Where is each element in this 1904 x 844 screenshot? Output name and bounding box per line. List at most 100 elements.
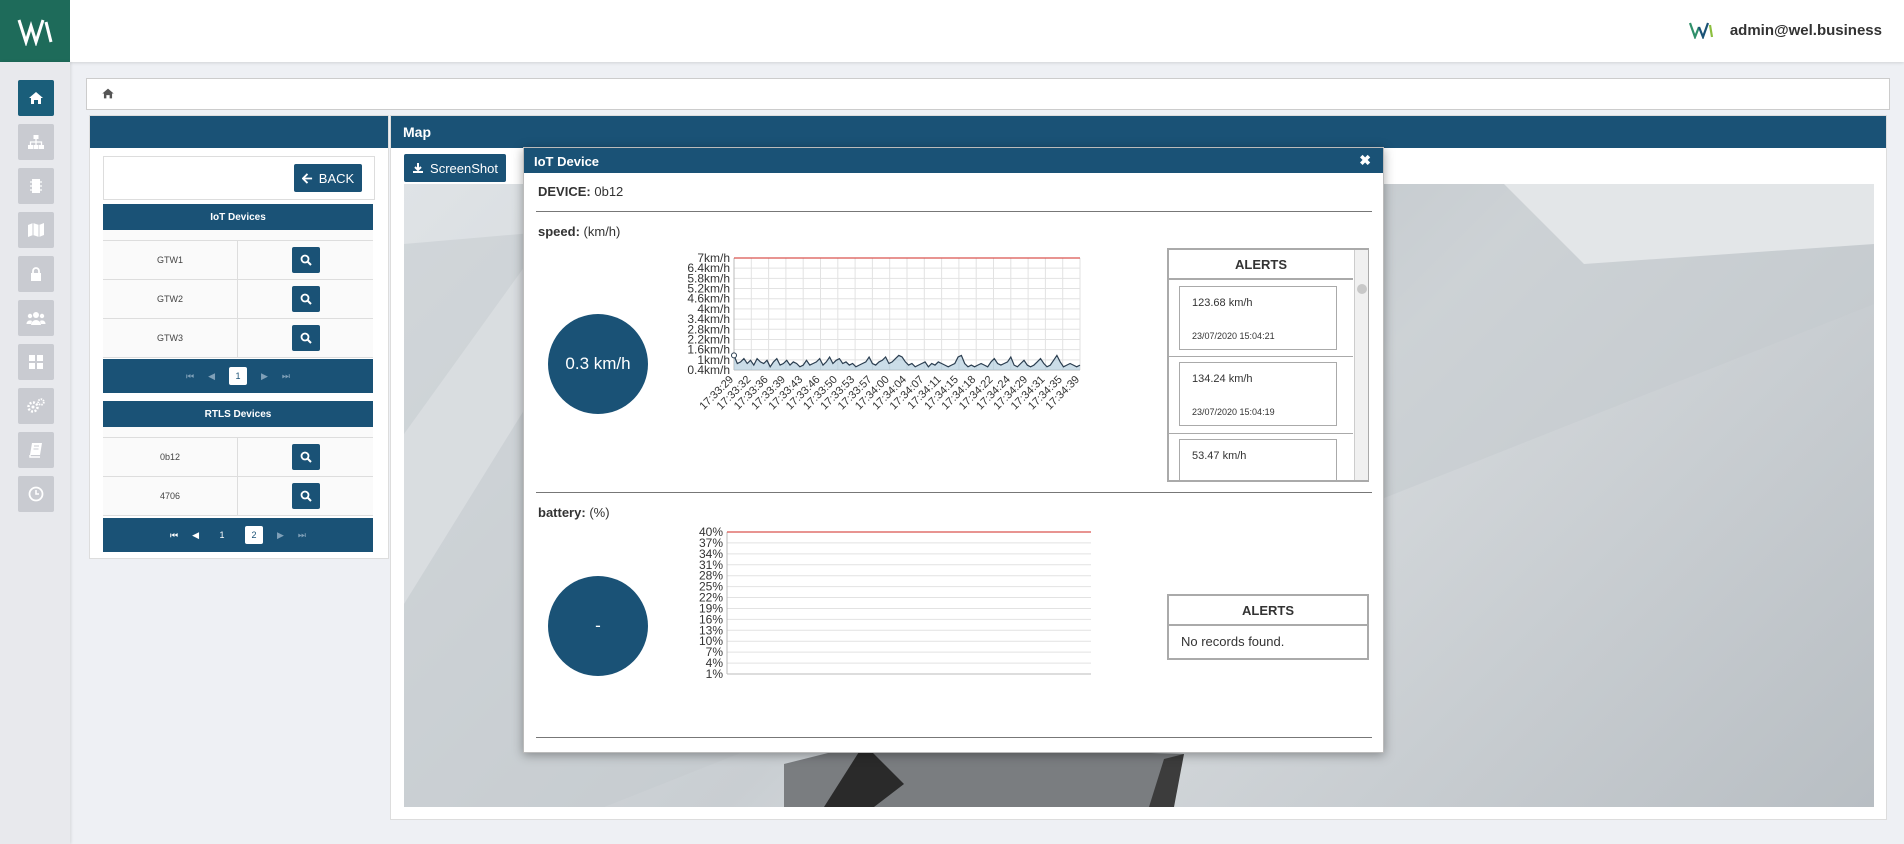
rtls-device-name: 4706 <box>103 477 238 515</box>
sidebar-item-docs[interactable] <box>18 432 54 468</box>
device-label-row: DEVICE: 0b12 <box>538 184 623 199</box>
next-page-icon[interactable]: ▶ <box>261 371 268 382</box>
alert-row: 123.68 km/h 23/07/2020 15:04:21 <box>1169 280 1353 357</box>
device-list-panel: BACK IoT Devices GTW1 GTW2 GTW3 ⏮ ◀ 1 ▶ … <box>89 115 389 559</box>
page-number[interactable]: 1 <box>213 526 231 544</box>
app-logo[interactable] <box>0 0 70 62</box>
rtls-devices-pager: ⏮ ◀ 1 2 ▶ ⏭ <box>103 518 373 552</box>
alert-time: 23/07/2020 15:04:19 <box>1192 407 1275 417</box>
breadcrumb-home-icon[interactable] <box>101 87 115 100</box>
iot-device-locate-button[interactable] <box>291 325 320 351</box>
arrow-left-icon <box>301 172 312 184</box>
alert-row: 53.47 km/h <box>1169 434 1353 480</box>
battery-label: battery: <box>538 505 586 520</box>
next-page-icon[interactable]: ▶ <box>277 530 284 541</box>
alert-item[interactable]: 123.68 km/h 23/07/2020 15:04:21 <box>1179 286 1337 350</box>
close-icon[interactable]: ✖ <box>1359 152 1371 169</box>
alert-time: 23/07/2020 15:04:21 <box>1192 331 1275 341</box>
page-number[interactable]: 2 <box>245 526 263 544</box>
alerts-scrollbar[interactable] <box>1354 250 1368 480</box>
iot-device-modal: IoT Device ✖ DEVICE: 0b12 speed: (km/h) … <box>523 147 1384 753</box>
alert-row: 134.24 km/h 23/07/2020 15:04:19 <box>1169 357 1353 434</box>
iot-device-name: GTW2 <box>103 280 238 318</box>
iot-device-row: GTW2 <box>103 280 373 319</box>
iot-device-name: GTW1 <box>103 241 238 279</box>
brand-mark-icon <box>1688 22 1713 39</box>
scrollbar-thumb[interactable] <box>1357 284 1367 294</box>
user-email: admin@wel.business <box>1729 21 1882 39</box>
search-icon <box>300 254 312 266</box>
prev-page-icon[interactable]: ◀ <box>192 530 199 541</box>
alert-item[interactable]: 53.47 km/h <box>1179 439 1337 480</box>
rtls-device-locate-button[interactable] <box>291 483 320 509</box>
search-icon <box>300 293 312 305</box>
lock-icon <box>31 267 41 281</box>
sidebar-item-devices[interactable] <box>18 168 54 204</box>
iot-devices-header: IoT Devices <box>103 204 373 230</box>
clock-icon <box>28 486 44 502</box>
divider <box>536 211 1372 212</box>
divider <box>536 737 1372 738</box>
prev-page-icon[interactable]: ◀ <box>208 371 215 382</box>
first-page-icon[interactable]: ⏮ <box>186 371 194 382</box>
gears-icon <box>27 398 45 413</box>
alert-value: 123.68 km/h <box>1192 297 1253 309</box>
iot-device-locate-button[interactable] <box>291 247 320 273</box>
battery-unit: (%) <box>589 505 610 520</box>
iot-devices-pager: ⏮ ◀ 1 ▶ ⏭ <box>103 359 373 393</box>
series-point <box>731 352 737 359</box>
speed-label-row: speed: (km/h) <box>538 224 620 239</box>
dashboard-icon <box>29 355 43 369</box>
divider <box>536 492 1372 493</box>
sidebar <box>0 62 70 844</box>
alert-value: 53.47 km/h <box>1192 450 1247 462</box>
breadcrumb <box>86 78 1890 110</box>
sidebar-item-home[interactable] <box>18 80 54 116</box>
battery-alerts-panel: ALERTS No records found. <box>1167 594 1369 660</box>
back-button[interactable]: BACK <box>294 164 362 192</box>
sidebar-item-history[interactable] <box>18 476 54 512</box>
alert-value: 134.24 km/h <box>1192 373 1253 385</box>
speed-gauge: 0.3 km/h <box>548 314 648 414</box>
rtls-device-locate-button[interactable] <box>291 444 320 470</box>
sidebar-item-settings[interactable] <box>18 388 54 424</box>
battery-alerts-title: ALERTS <box>1169 596 1367 626</box>
iot-device-name: GTW3 <box>103 319 238 357</box>
alert-item[interactable]: 134.24 km/h 23/07/2020 15:04:19 <box>1179 362 1337 426</box>
map-panel-header: Map <box>391 116 1886 148</box>
user-menu[interactable]: admin@wel.business <box>1688 21 1882 39</box>
device-value: 0b12 <box>594 184 624 199</box>
iot-device-row: GTW1 <box>103 241 373 280</box>
y-tick-label: 1% <box>706 667 724 681</box>
rtls-devices-column-header <box>103 427 373 438</box>
battery-no-records: No records found. <box>1181 634 1285 649</box>
sidebar-item-users[interactable] <box>18 300 54 336</box>
iot-device-locate-button[interactable] <box>291 286 320 312</box>
battery-gauge: - <box>548 576 648 676</box>
download-icon <box>413 163 424 173</box>
rtls-device-name: 0b12 <box>103 438 238 476</box>
last-page-icon[interactable]: ⏭ <box>282 371 290 382</box>
map-panel-title: Map <box>403 124 431 140</box>
rtls-devices-header: RTLS Devices <box>103 401 373 427</box>
back-bar: BACK <box>103 156 375 200</box>
users-icon <box>26 312 46 325</box>
sidebar-item-hierarchy[interactable] <box>18 124 54 160</box>
first-page-icon[interactable]: ⏮ <box>170 530 178 541</box>
sidebar-item-map[interactable] <box>18 212 54 248</box>
last-page-icon[interactable]: ⏭ <box>298 530 306 541</box>
page-number[interactable]: 1 <box>229 367 247 385</box>
home-icon <box>29 92 43 104</box>
sitemap-icon <box>28 135 44 149</box>
device-label: DEVICE: <box>538 184 591 199</box>
speed-alerts-panel: ALERTS 123.68 km/h 23/07/2020 15:04:21 1… <box>1167 248 1369 482</box>
battery-label-row: battery: (%) <box>538 505 610 520</box>
search-icon <box>300 490 312 502</box>
speed-unit: (km/h) <box>583 224 621 239</box>
screenshot-button[interactable]: ScreenShot <box>404 154 506 182</box>
speed-label: speed: <box>538 224 580 239</box>
top-bar: admin@wel.business <box>0 0 1904 62</box>
sidebar-item-dashboard[interactable] <box>18 344 54 380</box>
sidebar-item-security[interactable] <box>18 256 54 292</box>
modal-title: IoT Device <box>534 154 600 169</box>
